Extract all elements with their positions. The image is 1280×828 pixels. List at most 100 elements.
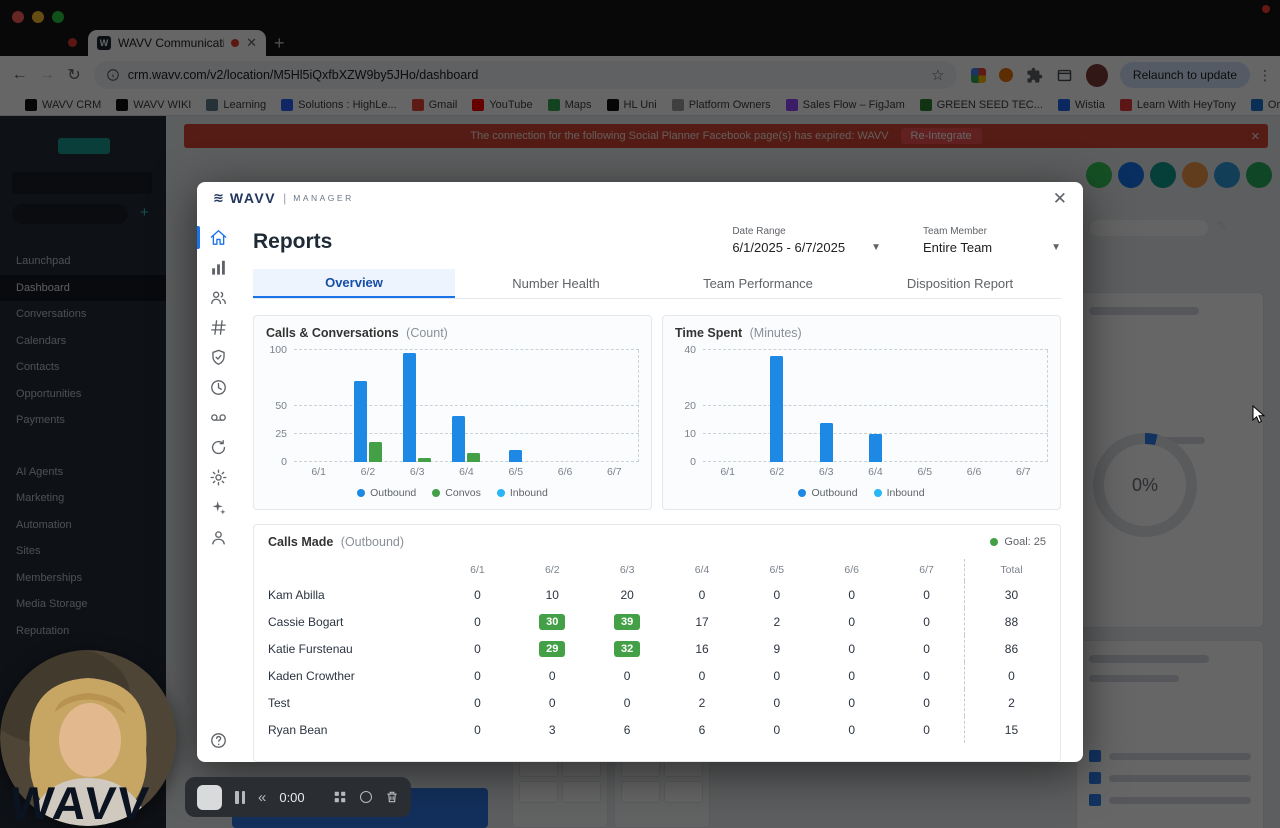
team-member-label: Team Member [923,226,987,237]
table-cell: 10 [545,587,559,602]
legend-convos: Convos [432,487,481,499]
wavv-watermark: WAVV [7,777,153,828]
agent-name: Ryan Bean [268,722,328,737]
table-cell: 20 [620,587,634,602]
icon-rail [197,214,239,762]
table-cell: 29 [515,635,590,662]
table-cell: 86 [963,635,1058,662]
table-cell: 0 [623,668,631,683]
mouse-cursor [1252,405,1266,424]
x-axis-tick: 6/4 [459,466,474,478]
tab-overview[interactable]: Overview [253,269,455,298]
brand-divider: | [283,191,287,205]
bar-group-6/1 [294,350,343,462]
settings-icon[interactable] [209,468,228,487]
grid-icon[interactable] [333,790,347,804]
bar-convos [368,441,382,462]
table-cell: 0 [698,587,706,602]
reports-modal: ≋ WAVV | MANAGER ✕ Reports Date Range 6/… [197,182,1083,762]
x-axis-tick: 6/6 [966,466,982,478]
users-icon[interactable] [209,288,228,307]
table-title: Calls Made [268,535,334,549]
table-cell: 0 [848,722,856,737]
bar-group-6/3 [393,350,442,462]
table-cell: 39 [590,608,665,635]
chevron-down-icon: ▼ [1051,242,1061,253]
table-cell: 0 [623,695,631,710]
team-member-value: Entire Team [923,240,993,255]
table-cell: 2 [963,689,1058,716]
tab-team-performance[interactable]: Team Performance [657,269,859,298]
legend-inbound: Inbound [873,487,925,499]
table-cell: 0 [773,722,781,737]
table-subtitle: (Outbound) [340,535,405,549]
wave-logo-icon: ≋ [213,190,224,205]
team-member-select[interactable]: Team Member Entire Team ▼ [923,226,1061,255]
calls-made-table: Calls Made (Outbound) Goal: 25 6/1 6/2 6/3… [253,524,1061,762]
modal-body: Reports Date Range 6/1/2025 - 6/7/2025 ▼… [197,214,1083,762]
chart-calls-and-conversations: Calls & Conversations (Count) 0 25 50 100 6… [253,315,652,510]
agent-name: Kam Abilla [268,587,325,602]
x-axis-tick: 6/2 [360,466,376,478]
table-cell: Total [963,559,1058,581]
goal-dot-icon [990,538,999,546]
help-icon[interactable] [209,731,228,750]
tab-number-health[interactable]: Number Health [455,269,657,298]
table-cell: 0 [474,641,481,656]
y-axis-tick: 0 [690,456,696,468]
table-cell: 0 [848,695,856,710]
chart-time-spent: Time Spent (Minutes) 0 10 20 40 6/1 6/2 6/3 6/… [662,315,1061,510]
y-axis-tick: 40 [684,344,696,356]
table-row: Ryan Bean 0 3 6 6 0 0 0 15 [254,716,1060,743]
bar-outbound [353,381,367,462]
bar-group-6/7 [999,350,1048,462]
brand-name: WAVV [229,190,277,206]
tab-disposition-report[interactable]: Disposition Report [859,269,1061,298]
pause-icon[interactable] [235,790,245,804]
y-axis-tick: 10 [684,428,696,440]
rewind-icon[interactable]: « [258,790,266,805]
bar-outbound [509,449,523,462]
modal-close-icon[interactable]: ✕ [1053,190,1067,207]
table-cell: 0 [923,722,930,737]
table-cell: 0 [773,587,781,602]
table-row: Katie Furstenau 0 29 32 16 9 0 0 86 [254,635,1060,662]
sparkles-icon[interactable] [209,498,228,517]
table-row: Test 0 0 0 2 0 0 0 2 [254,689,1060,716]
bar-chart-icon[interactable] [209,258,228,277]
table-cell: 30 [963,581,1058,608]
table-cell: 6/2 [544,564,560,576]
hash-icon[interactable] [209,318,228,337]
x-axis-tick: 6/7 [1016,466,1031,478]
reports-content: Reports Date Range 6/1/2025 - 6/7/2025 ▼… [239,214,1083,762]
table-cell: 0 [923,695,930,710]
table-cell: 6/7 [919,564,934,576]
bar-group-6/5 [900,350,949,462]
y-axis-tick: 0 [281,456,287,468]
table-cell: 6/6 [844,564,860,576]
active-rail-indicator [197,226,200,249]
table-cell: 0 [474,587,481,602]
table-cell: 0 [848,587,856,602]
voicemail-icon[interactable] [209,408,228,427]
page-title: Reports [253,230,333,253]
shield-icon[interactable] [209,348,228,367]
table-cell: 0 [773,695,781,710]
agent-name: Test [268,695,291,710]
goal-met-badge: 29 [539,640,566,657]
home-icon[interactable] [209,228,228,247]
table-cell: 32 [590,635,665,662]
rail-bottom [197,731,239,750]
stop-recording-button[interactable] [197,784,222,810]
clock-icon[interactable] [209,378,228,397]
restart-circle-icon[interactable] [360,791,372,803]
bar-group-6/3 [802,350,851,462]
date-range-select[interactable]: Date Range 6/1/2025 - 6/7/2025 ▼ [732,226,881,255]
table-cell: 17 [695,614,709,629]
profile-icon[interactable] [209,528,228,547]
y-axis-tick: 50 [275,400,287,412]
trash-icon[interactable] [385,790,399,804]
table-cell: 0 [923,587,930,602]
sync-icon[interactable] [209,438,228,457]
table-cell: 30 [515,608,590,635]
